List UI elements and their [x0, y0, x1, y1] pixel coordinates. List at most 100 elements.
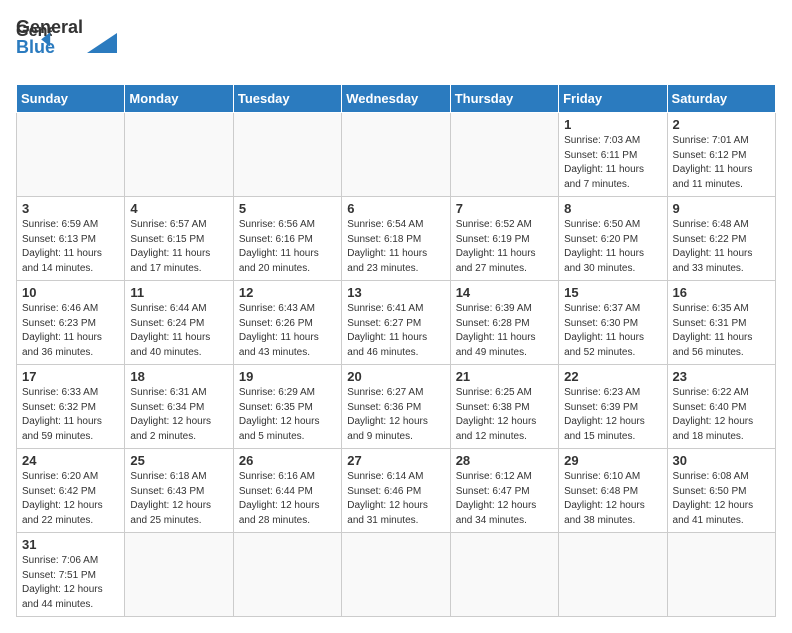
- calendar-week-row: 24Sunrise: 6:20 AMSunset: 6:42 PMDayligh…: [17, 449, 776, 533]
- day-number: 7: [456, 201, 553, 216]
- calendar-week-row: 17Sunrise: 6:33 AMSunset: 6:32 PMDayligh…: [17, 365, 776, 449]
- day-number: 23: [673, 369, 770, 384]
- day-info: Sunrise: 6:56 AMSunset: 6:16 PMDaylight:…: [239, 218, 336, 276]
- weekday-header-sunday: Sunday: [17, 85, 125, 113]
- day-number: 30: [673, 453, 770, 468]
- day-number: 11: [130, 285, 227, 300]
- day-number: 20: [347, 369, 444, 384]
- day-info: Sunrise: 6:31 AMSunset: 6:34 PMDaylight:…: [130, 386, 227, 444]
- day-info: Sunrise: 6:16 AMSunset: 6:44 PMDaylight:…: [239, 470, 336, 528]
- calendar-week-row: 31 Sunrise: 7:06 AMSunset: 7:51 PMDayligh…: [17, 533, 776, 617]
- day-number: 15: [564, 285, 661, 300]
- logo-text-block: General Blue: [16, 18, 83, 58]
- calendar-cell: 31 Sunrise: 7:06 AMSunset: 7:51 PMDayligh…: [17, 533, 125, 617]
- weekday-header-friday: Friday: [559, 85, 667, 113]
- day-number: 14: [456, 285, 553, 300]
- day-number: 12: [239, 285, 336, 300]
- calendar-cell: 23 Sunrise: 6:22 AMSunset: 6:40 PMDayligh…: [667, 365, 775, 449]
- day-info: Sunrise: 6:39 AMSunset: 6:28 PMDaylight:…: [456, 302, 553, 360]
- calendar-cell: 19 Sunrise: 6:29 AMSunset: 6:35 PMDayligh…: [233, 365, 341, 449]
- day-info: Sunrise: 6:33 AMSunset: 6:32 PMDaylight:…: [22, 386, 119, 444]
- calendar-cell: [342, 113, 450, 197]
- weekday-header-wednesday: Wednesday: [342, 85, 450, 113]
- day-info: Sunrise: 6:18 AMSunset: 6:43 PMDaylight:…: [130, 470, 227, 528]
- calendar-cell: [450, 533, 558, 617]
- calendar-week-row: 1 Sunrise: 7:03 AMSunset: 6:11 PMDaylight…: [17, 113, 776, 197]
- calendar-cell: 17Sunrise: 6:33 AMSunset: 6:32 PMDayligh…: [17, 365, 125, 449]
- day-info: Sunrise: 6:35 AMSunset: 6:31 PMDaylight:…: [673, 302, 770, 360]
- page-header: General: [16, 16, 776, 52]
- calendar-cell: 22Sunrise: 6:23 AMSunset: 6:39 PMDayligh…: [559, 365, 667, 449]
- calendar-cell: [450, 113, 558, 197]
- weekday-header-saturday: Saturday: [667, 85, 775, 113]
- calendar-cell: 30 Sunrise: 6:08 AMSunset: 6:50 PMDayligh…: [667, 449, 775, 533]
- day-info: Sunrise: 6:41 AMSunset: 6:27 PMDaylight:…: [347, 302, 444, 360]
- day-info: Sunrise: 6:59 AMSunset: 6:13 PMDaylight:…: [22, 218, 119, 276]
- day-number: 19: [239, 369, 336, 384]
- day-info: Sunrise: 6:22 AMSunset: 6:40 PMDaylight:…: [673, 386, 770, 444]
- day-info: Sunrise: 6:52 AMSunset: 6:19 PMDaylight:…: [456, 218, 553, 276]
- day-number: 28: [456, 453, 553, 468]
- day-info: Sunrise: 6:50 AMSunset: 6:20 PMDaylight:…: [564, 218, 661, 276]
- weekday-header-tuesday: Tuesday: [233, 85, 341, 113]
- day-info: Sunrise: 6:57 AMSunset: 6:15 PMDaylight:…: [130, 218, 227, 276]
- calendar-cell: 11 Sunrise: 6:44 AMSunset: 6:24 PMDayligh…: [125, 281, 233, 365]
- calendar-cell: [233, 533, 341, 617]
- day-number: 21: [456, 369, 553, 384]
- day-number: 16: [673, 285, 770, 300]
- day-info: Sunrise: 6:14 AMSunset: 6:46 PMDaylight:…: [347, 470, 444, 528]
- calendar-cell: [342, 533, 450, 617]
- logo-blue: Blue: [16, 38, 83, 58]
- day-info: Sunrise: 6:54 AMSunset: 6:18 PMDaylight:…: [347, 218, 444, 276]
- calendar-cell: 25 Sunrise: 6:18 AMSunset: 6:43 PMDayligh…: [125, 449, 233, 533]
- calendar-cell: 27 Sunrise: 6:14 AMSunset: 6:46 PMDayligh…: [342, 449, 450, 533]
- day-number: 26: [239, 453, 336, 468]
- calendar-cell: 16 Sunrise: 6:35 AMSunset: 6:31 PMDayligh…: [667, 281, 775, 365]
- calendar-cell: 13 Sunrise: 6:41 AMSunset: 6:27 PMDayligh…: [342, 281, 450, 365]
- logo-general: General: [16, 18, 83, 38]
- calendar-cell: 8 Sunrise: 6:50 AMSunset: 6:20 PMDaylight…: [559, 197, 667, 281]
- day-info: Sunrise: 6:48 AMSunset: 6:22 PMDaylight:…: [673, 218, 770, 276]
- day-info: Sunrise: 6:27 AMSunset: 6:36 PMDaylight:…: [347, 386, 444, 444]
- calendar-cell: 6 Sunrise: 6:54 AMSunset: 6:18 PMDaylight…: [342, 197, 450, 281]
- day-info: Sunrise: 7:03 AMSunset: 6:11 PMDaylight:…: [564, 134, 661, 192]
- calendar-cell: [559, 533, 667, 617]
- logo-triangle-icon: [87, 23, 117, 53]
- day-info: Sunrise: 6:08 AMSunset: 6:50 PMDaylight:…: [673, 470, 770, 528]
- calendar-cell: 3 Sunrise: 6:59 AMSunset: 6:13 PMDaylight…: [17, 197, 125, 281]
- day-number: 13: [347, 285, 444, 300]
- day-number: 27: [347, 453, 444, 468]
- logo-container: General Blue: [16, 18, 117, 58]
- calendar-cell: 2Sunrise: 7:01 AMSunset: 6:12 PMDaylight…: [667, 113, 775, 197]
- calendar-cell: 18 Sunrise: 6:31 AMSunset: 6:34 PMDayligh…: [125, 365, 233, 449]
- day-number: 29: [564, 453, 661, 468]
- day-number: 1: [564, 117, 661, 132]
- calendar-cell: 15Sunrise: 6:37 AMSunset: 6:30 PMDayligh…: [559, 281, 667, 365]
- weekday-header-monday: Monday: [125, 85, 233, 113]
- calendar-cell: 14 Sunrise: 6:39 AMSunset: 6:28 PMDayligh…: [450, 281, 558, 365]
- calendar-cell: [17, 113, 125, 197]
- day-number: 8: [564, 201, 661, 216]
- day-info: Sunrise: 6:43 AMSunset: 6:26 PMDaylight:…: [239, 302, 336, 360]
- day-number: 25: [130, 453, 227, 468]
- day-info: Sunrise: 6:44 AMSunset: 6:24 PMDaylight:…: [130, 302, 227, 360]
- day-number: 10: [22, 285, 119, 300]
- day-info: Sunrise: 6:46 AMSunset: 6:23 PMDaylight:…: [22, 302, 119, 360]
- day-number: 18: [130, 369, 227, 384]
- day-info: Sunrise: 7:01 AMSunset: 6:12 PMDaylight:…: [673, 134, 770, 192]
- calendar-cell: [125, 113, 233, 197]
- day-info: Sunrise: 6:10 AMSunset: 6:48 PMDaylight:…: [564, 470, 661, 528]
- day-number: 6: [347, 201, 444, 216]
- day-number: 31: [22, 537, 119, 552]
- calendar-cell: 5Sunrise: 6:56 AMSunset: 6:16 PMDaylight…: [233, 197, 341, 281]
- day-info: Sunrise: 7:06 AMSunset: 7:51 PMDaylight:…: [22, 554, 119, 612]
- day-number: 3: [22, 201, 119, 216]
- weekday-header-row: SundayMondayTuesdayWednesdayThursdayFrid…: [17, 85, 776, 113]
- day-info: Sunrise: 6:29 AMSunset: 6:35 PMDaylight:…: [239, 386, 336, 444]
- day-number: 9: [673, 201, 770, 216]
- calendar-cell: 21Sunrise: 6:25 AMSunset: 6:38 PMDayligh…: [450, 365, 558, 449]
- calendar-cell: 4Sunrise: 6:57 AMSunset: 6:15 PMDaylight…: [125, 197, 233, 281]
- calendar-week-row: 3 Sunrise: 6:59 AMSunset: 6:13 PMDaylight…: [17, 197, 776, 281]
- day-info: Sunrise: 6:23 AMSunset: 6:39 PMDaylight:…: [564, 386, 661, 444]
- day-number: 24: [22, 453, 119, 468]
